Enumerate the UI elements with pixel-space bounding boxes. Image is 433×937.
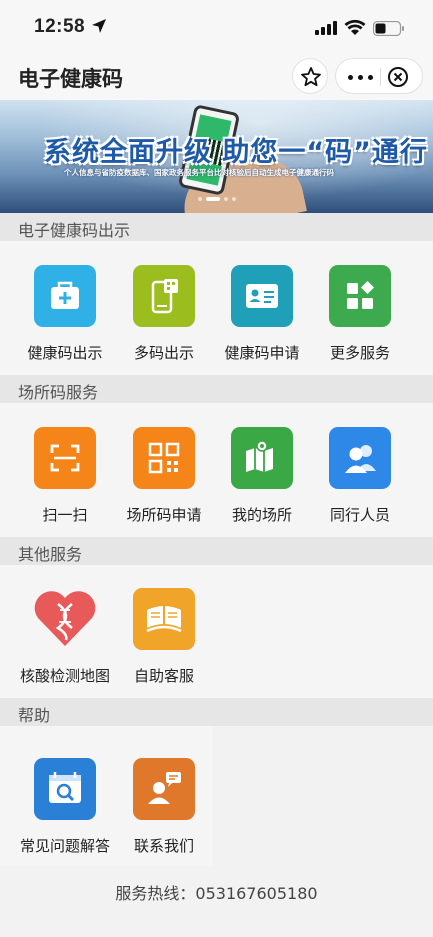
section-header: 其他服务: [0, 537, 433, 565]
tile-label: 同行人员: [329, 506, 390, 524]
tile-faq[interactable]: 常见问题解答: [16, 758, 114, 868]
section-title: 帮助: [18, 706, 51, 725]
tile-scan[interactable]: 扫一扫: [16, 427, 114, 537]
tile-health-code-apply[interactable]: 健康码申请: [213, 265, 311, 375]
section-header: 帮助: [0, 698, 433, 726]
other-services-panel: 核酸检测地图 自助客服: [0, 565, 433, 698]
status-time: 12:58: [34, 16, 86, 37]
section-header: 场所码服务: [0, 375, 433, 403]
help-panel: 常见问题解答 联系我们: [0, 726, 213, 866]
favorite-button[interactable]: [292, 58, 328, 94]
more-options-button[interactable]: [346, 68, 376, 86]
service-hotline: 服务热线：053167605180: [115, 884, 318, 903]
section-title: 其他服务: [18, 545, 83, 564]
phone-qr-icon: [151, 279, 178, 314]
venue-code-panel: 扫一扫 场所码申请 我的场所 同行人员: [0, 403, 433, 537]
calendar-search-icon: [49, 772, 81, 803]
tile-my-venues[interactable]: 我的场所: [213, 427, 311, 537]
tile-health-code-show[interactable]: 健康码出示: [16, 265, 114, 375]
dna-heart-icon: [34, 591, 96, 646]
section-header: 电子健康码出示: [0, 213, 433, 241]
contact-chat-icon: [148, 772, 181, 804]
book-stack-icon: [146, 606, 182, 633]
page-title: 电子健康码: [18, 67, 123, 91]
carousel-indicator: [198, 197, 238, 203]
status-bar: 12:58: [0, 0, 433, 56]
tile-label: 自助客服: [133, 667, 194, 685]
section-title: 场所码服务: [18, 383, 99, 402]
battery-icon: [373, 21, 404, 36]
wifi-icon: [344, 19, 366, 35]
tile-label: 联系我们: [133, 837, 194, 855]
section-title: 电子健康码出示: [18, 221, 131, 240]
map-icon: [246, 440, 273, 472]
tile-contact-us[interactable]: 联系我们: [115, 758, 213, 868]
promo-banner[interactable]: 系统全面升级 助您一“码”通行 个人信息与省防疫数据库、国家政务服务平台比对核验…: [0, 100, 433, 213]
cellular-signal-icon: [315, 21, 337, 35]
apps-grid-icon: [347, 281, 374, 309]
tile-companions[interactable]: 同行人员: [311, 427, 409, 537]
tile-nucleic-test-map[interactable]: 核酸检测地图: [16, 588, 114, 698]
tile-self-service[interactable]: 自助客服: [115, 588, 213, 698]
people-icon: [345, 445, 376, 473]
tile-multi-code-show[interactable]: 多码出示: [115, 265, 213, 375]
banner-headline: 系统全面升级 助您一“码”通行: [44, 137, 428, 168]
qr-code-icon: [148, 442, 180, 474]
tile-more-services[interactable]: 更多服务: [311, 265, 409, 375]
tile-venue-code-apply[interactable]: 场所码申请: [115, 427, 213, 537]
close-mini-program-button[interactable]: [387, 66, 409, 88]
id-card-icon: [246, 284, 278, 308]
scan-icon: [50, 444, 80, 472]
nav-bar: 电子健康码: [0, 56, 433, 100]
medical-kit-icon: [51, 281, 79, 309]
mini-program-capsule: [335, 58, 423, 94]
location-arrow-icon: [92, 19, 106, 33]
health-code-panel: 健康码出示 多码出示 健康码申请 更多服务: [0, 241, 433, 375]
banner-subline: 个人信息与省防疫数据库、国家政务服务平台比对核验后自动生成电子健康通行码: [64, 168, 334, 177]
tile-label: 更多服务: [329, 344, 390, 362]
star-icon: [301, 67, 321, 87]
